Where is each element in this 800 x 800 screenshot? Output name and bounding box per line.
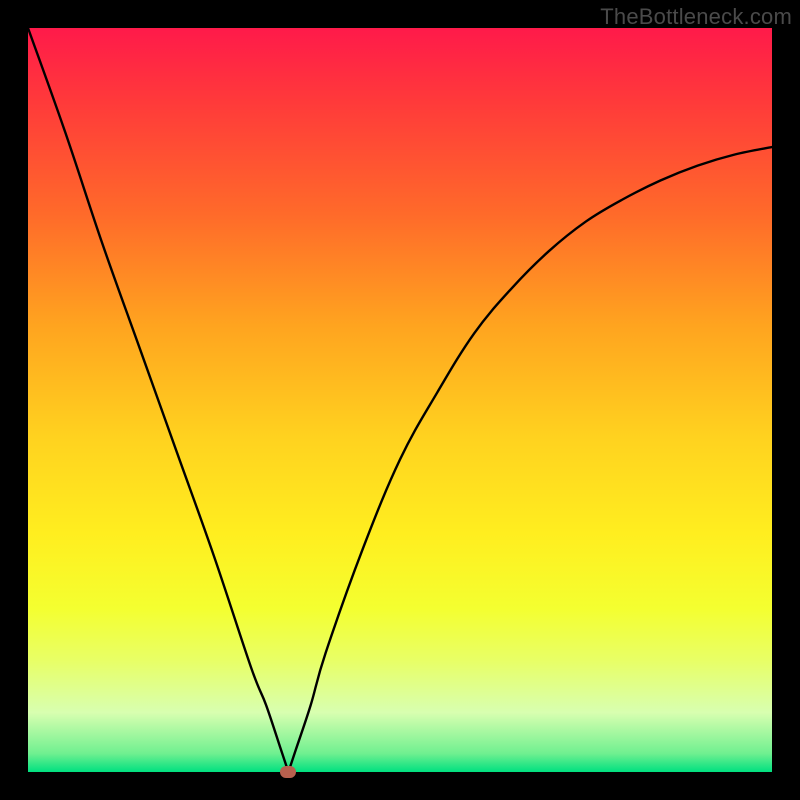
bottleneck-curve: [28, 28, 772, 772]
chart-frame: TheBottleneck.com: [0, 0, 800, 800]
cusp-marker: [280, 766, 296, 778]
watermark-text: TheBottleneck.com: [600, 4, 792, 30]
plot-area: [28, 28, 772, 772]
